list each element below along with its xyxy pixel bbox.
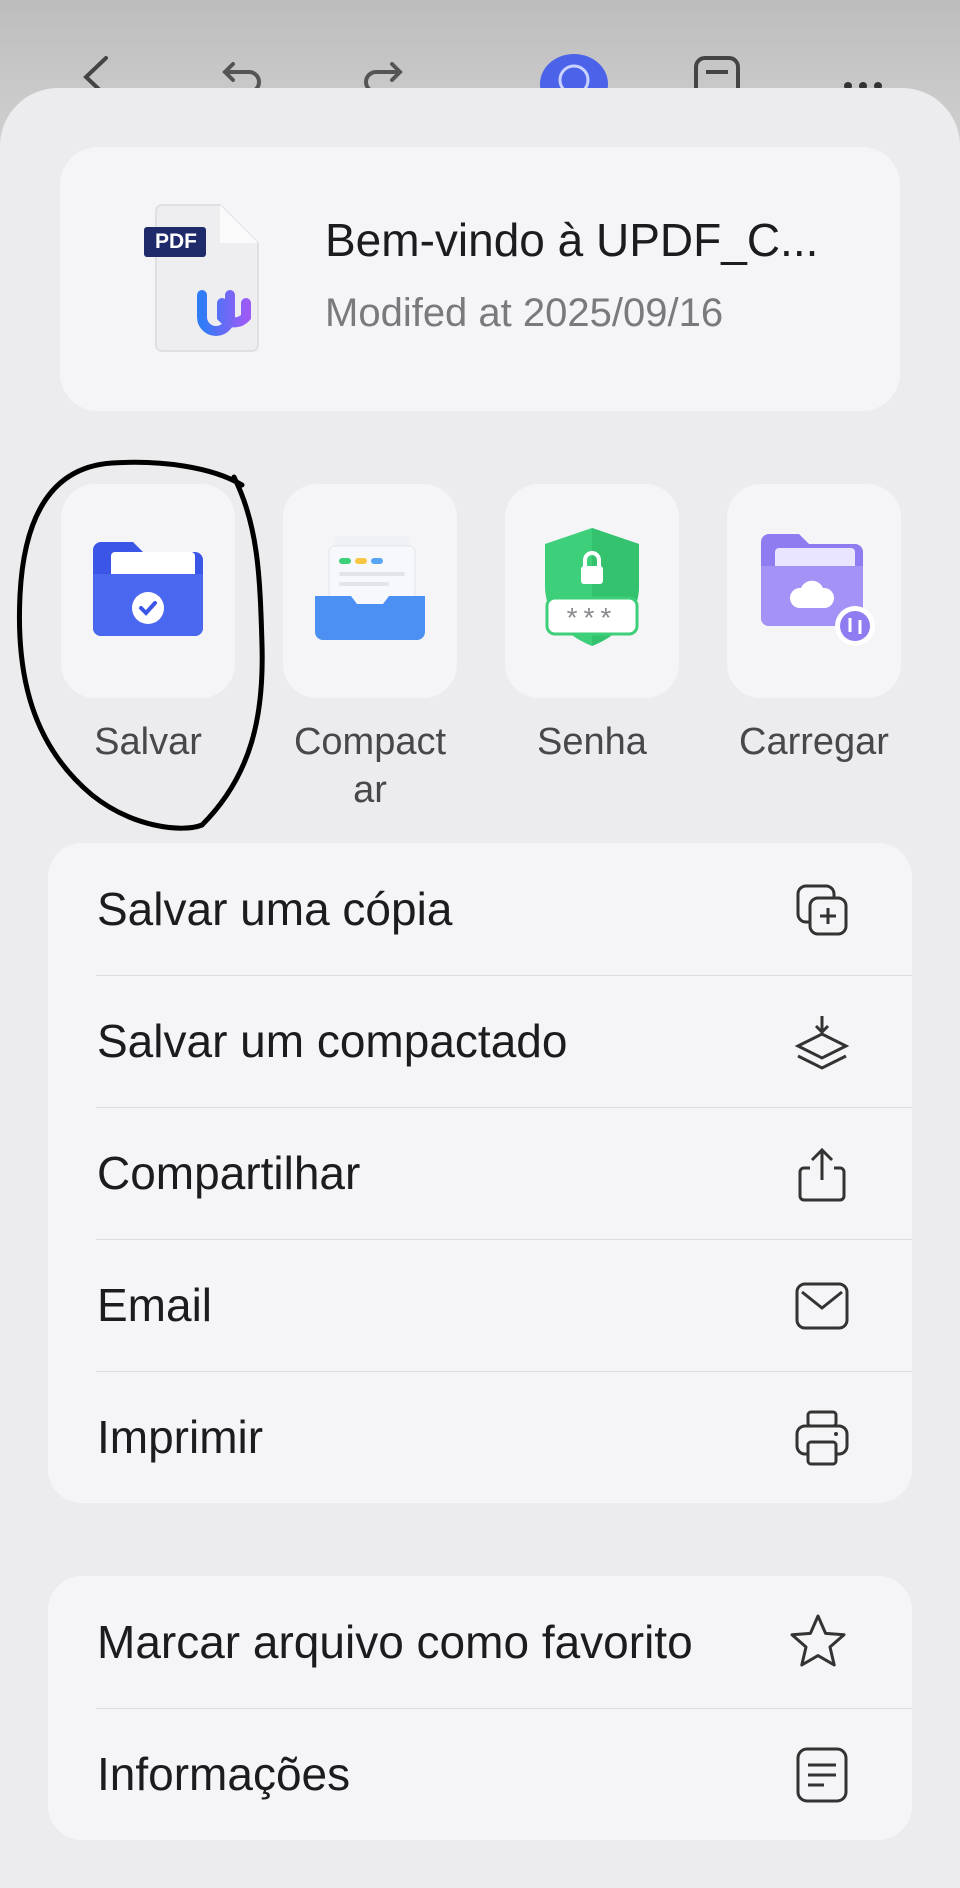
file-modified-date: Modifed at 2025/09/16 [325,291,724,335]
action-label-compress: Compact ar [270,718,470,814]
file-extra-menu: Marcar arquivo como favorito Informações [48,1576,912,1840]
pdf-file-icon: PDF [144,203,268,353]
action-tile-compress[interactable] [283,484,457,698]
cloud-upload-folder-icon [749,522,879,652]
menu-item-info[interactable]: Informações [48,1708,912,1840]
file-actions-menu: Salvar uma cópia Salvar um compactado Co… [48,843,912,1503]
menu-label: Marcar arquivo como favorito [97,1616,693,1668]
menu-item-favorite[interactable]: Marcar arquivo como favorito [48,1576,912,1708]
file-name: Bem-vindo à UPDF_C... [325,214,819,266]
menu-item-email[interactable]: Email [48,1239,912,1371]
menu-label: Informações [97,1748,351,1800]
menu-label: Compartilhar [97,1147,361,1199]
hand-drawn-circle-annotation [16,459,265,831]
star-icon [788,1612,848,1672]
action-label-upload: Carregar [739,721,889,763]
menu-item-print[interactable]: Imprimir [48,1371,912,1503]
share-icon [794,1146,850,1202]
action-label-password: Senha [537,721,647,763]
compress-tray-icon [305,522,435,652]
duplicate-icon [794,882,850,938]
action-label-compress-line1: Compact [293,721,447,763]
menu-item-save-copy[interactable]: Salvar uma cópia [48,843,912,975]
menu-label: Imprimir [97,1411,264,1463]
action-label-compress-line2: ar [353,769,387,811]
menu-label: Salvar um compactado [97,1015,568,1067]
password-shield-icon: *** [527,522,657,652]
menu-item-save-compressed[interactable]: Salvar um compactado [48,975,912,1107]
menu-label: Email [97,1279,213,1331]
file-card[interactable]: PDF Bem-vindo à UPDF_C... Modifed at 202… [60,147,900,411]
compress-download-icon [794,1014,850,1070]
document-info-icon [794,1747,850,1803]
action-tile-password[interactable]: *** [505,484,679,698]
printer-icon [794,1410,850,1466]
pdf-badge: PDF [155,230,197,253]
password-mask: *** [566,602,618,633]
mail-icon [794,1278,850,1334]
file-options-sheet: PDF Bem-vindo à UPDF_C... Modifed at 202… [0,88,960,1888]
menu-item-share[interactable]: Compartilhar [48,1107,912,1239]
action-tile-upload[interactable] [727,484,901,698]
menu-label: Salvar uma cópia [97,883,453,935]
